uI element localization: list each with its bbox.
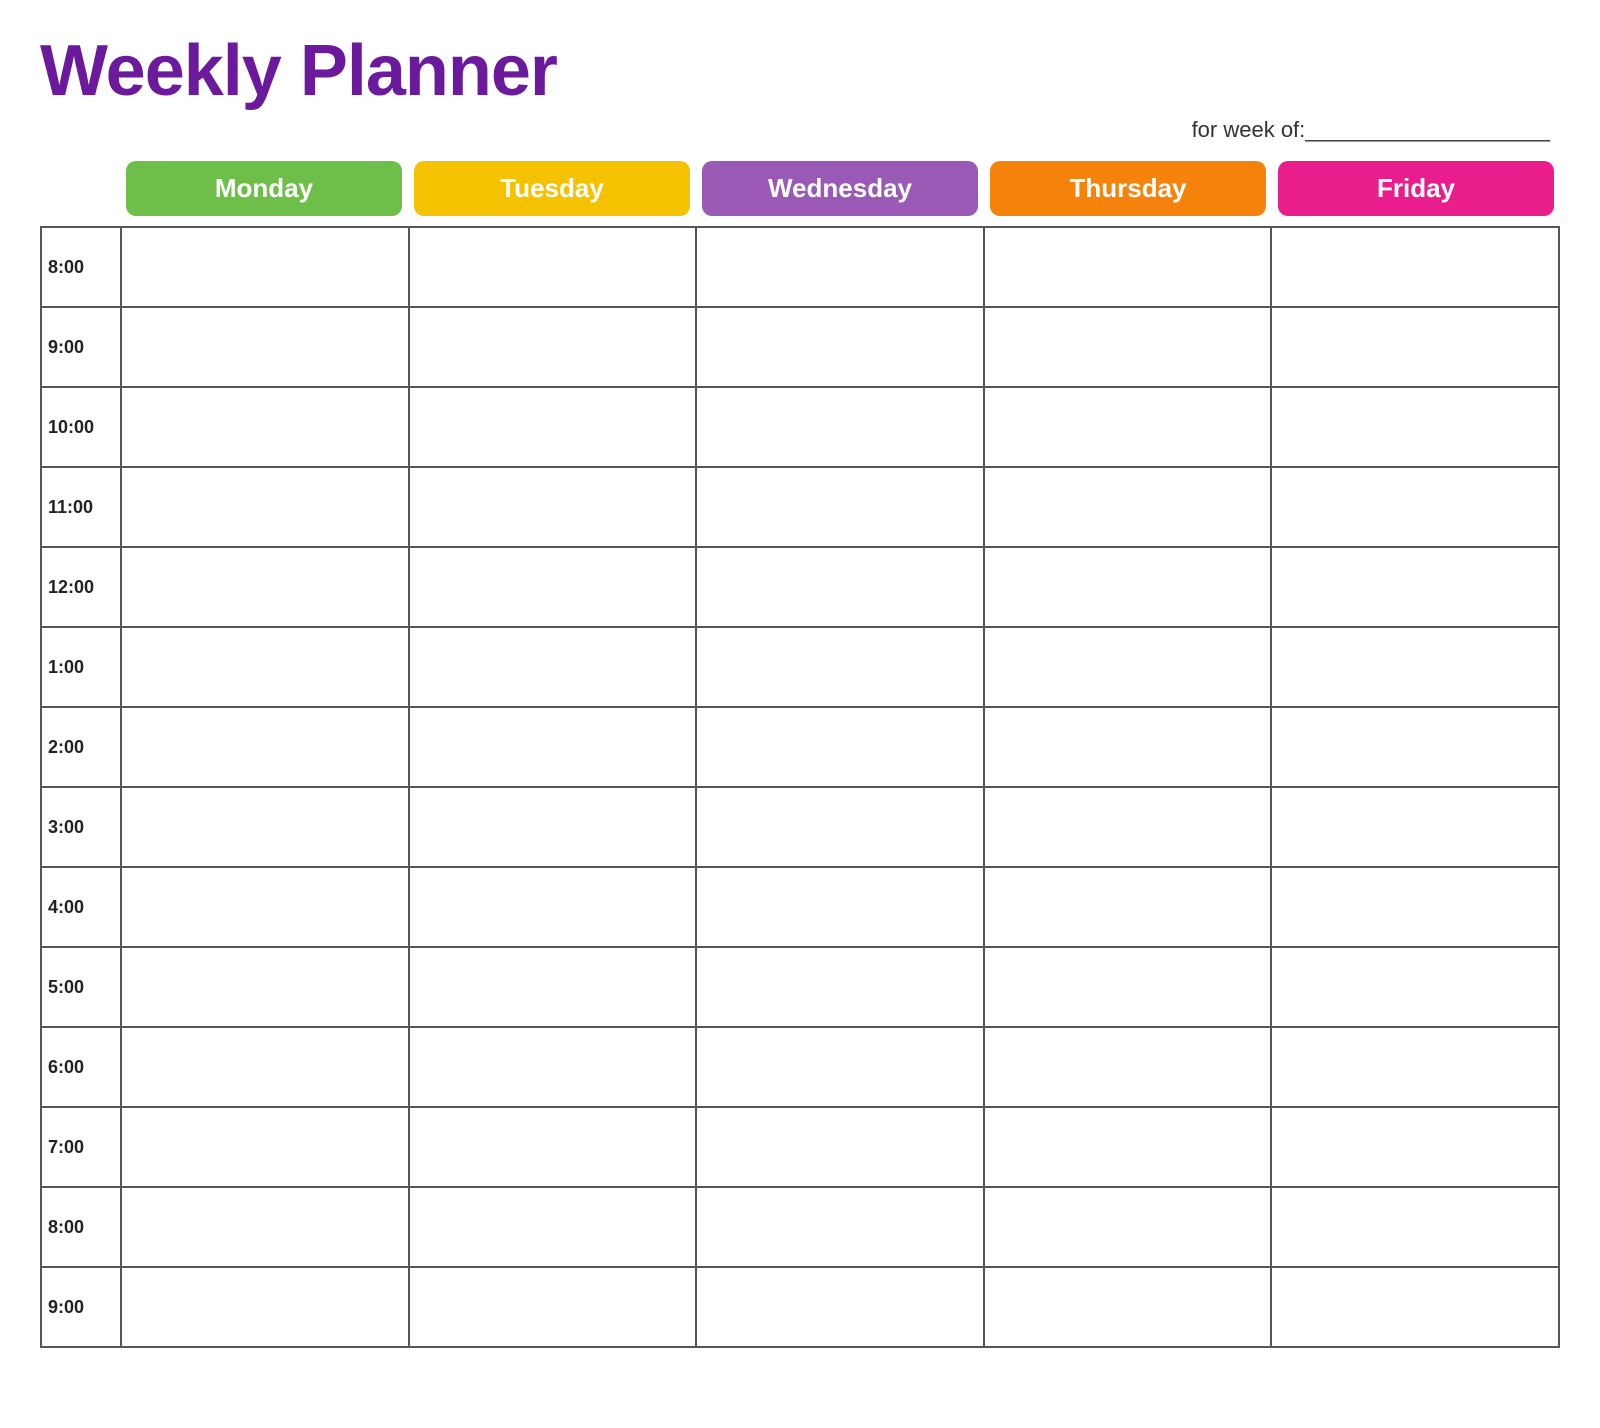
cell-friday-8[interactable] (1272, 868, 1560, 948)
cell-friday-9[interactable] (1272, 948, 1560, 1028)
header-spacer (40, 161, 120, 216)
cell-wednesday-2[interactable] (697, 388, 985, 468)
cell-monday-4[interactable] (122, 548, 410, 628)
page-title: Weekly Planner (40, 30, 1560, 112)
cell-wednesday-5[interactable] (697, 628, 985, 708)
cell-monday-0[interactable] (122, 228, 410, 308)
cell-tuesday-10[interactable] (410, 1028, 698, 1108)
cell-tuesday-4[interactable] (410, 548, 698, 628)
cell-thursday-11[interactable] (985, 1108, 1273, 1188)
cell-wednesday-7[interactable] (697, 788, 985, 868)
cell-monday-7[interactable] (122, 788, 410, 868)
time-label-9: 5:00 (42, 948, 122, 1028)
cell-wednesday-1[interactable] (697, 308, 985, 388)
time-label-3: 11:00 (42, 468, 122, 548)
cell-tuesday-2[interactable] (410, 388, 698, 468)
cell-friday-4[interactable] (1272, 548, 1560, 628)
cell-tuesday-7[interactable] (410, 788, 698, 868)
cell-friday-7[interactable] (1272, 788, 1560, 868)
cell-thursday-9[interactable] (985, 948, 1273, 1028)
cell-thursday-0[interactable] (985, 228, 1273, 308)
cell-friday-2[interactable] (1272, 388, 1560, 468)
cell-monday-11[interactable] (122, 1108, 410, 1188)
cell-thursday-6[interactable] (985, 708, 1273, 788)
cell-monday-8[interactable] (122, 868, 410, 948)
day-header-wednesday: Wednesday (702, 161, 978, 216)
time-label-5: 1:00 (42, 628, 122, 708)
cell-wednesday-9[interactable] (697, 948, 985, 1028)
cell-tuesday-13[interactable] (410, 1268, 698, 1348)
day-header-monday: Monday (126, 161, 402, 216)
cell-wednesday-10[interactable] (697, 1028, 985, 1108)
cell-friday-13[interactable] (1272, 1268, 1560, 1348)
schedule-grid: 8:009:0010:0011:0012:001:002:003:004:005… (40, 226, 1560, 1348)
cell-friday-11[interactable] (1272, 1108, 1560, 1188)
cell-thursday-13[interactable] (985, 1268, 1273, 1348)
time-label-1: 9:00 (42, 308, 122, 388)
cell-monday-12[interactable] (122, 1188, 410, 1268)
day-header-tuesday: Tuesday (414, 161, 690, 216)
cell-wednesday-3[interactable] (697, 468, 985, 548)
day-header-friday: Friday (1278, 161, 1554, 216)
day-header-thursday: Thursday (990, 161, 1266, 216)
cell-wednesday-13[interactable] (697, 1268, 985, 1348)
cell-wednesday-8[interactable] (697, 868, 985, 948)
cell-tuesday-9[interactable] (410, 948, 698, 1028)
cell-monday-1[interactable] (122, 308, 410, 388)
cell-friday-0[interactable] (1272, 228, 1560, 308)
cell-monday-13[interactable] (122, 1268, 410, 1348)
cell-monday-9[interactable] (122, 948, 410, 1028)
time-label-2: 10:00 (42, 388, 122, 468)
time-label-11: 7:00 (42, 1108, 122, 1188)
cell-thursday-8[interactable] (985, 868, 1273, 948)
cell-monday-2[interactable] (122, 388, 410, 468)
cell-monday-3[interactable] (122, 468, 410, 548)
cell-thursday-5[interactable] (985, 628, 1273, 708)
cell-friday-6[interactable] (1272, 708, 1560, 788)
cell-tuesday-12[interactable] (410, 1188, 698, 1268)
cell-friday-1[interactable] (1272, 308, 1560, 388)
days-header: MondayTuesdayWednesdayThursdayFriday (40, 161, 1560, 216)
cell-tuesday-6[interactable] (410, 708, 698, 788)
cell-friday-5[interactable] (1272, 628, 1560, 708)
cell-friday-3[interactable] (1272, 468, 1560, 548)
time-label-7: 3:00 (42, 788, 122, 868)
cell-tuesday-0[interactable] (410, 228, 698, 308)
time-label-0: 8:00 (42, 228, 122, 308)
cell-wednesday-0[interactable] (697, 228, 985, 308)
cell-wednesday-12[interactable] (697, 1188, 985, 1268)
time-label-4: 12:00 (42, 548, 122, 628)
time-label-10: 6:00 (42, 1028, 122, 1108)
cell-thursday-3[interactable] (985, 468, 1273, 548)
week-of-label: for week of:____________________ (40, 117, 1560, 143)
cell-wednesday-4[interactable] (697, 548, 985, 628)
cell-thursday-2[interactable] (985, 388, 1273, 468)
cell-tuesday-5[interactable] (410, 628, 698, 708)
cell-thursday-7[interactable] (985, 788, 1273, 868)
cell-monday-6[interactable] (122, 708, 410, 788)
cell-tuesday-3[interactable] (410, 468, 698, 548)
cell-tuesday-11[interactable] (410, 1108, 698, 1188)
cell-friday-10[interactable] (1272, 1028, 1560, 1108)
time-label-6: 2:00 (42, 708, 122, 788)
cell-tuesday-1[interactable] (410, 308, 698, 388)
cell-wednesday-11[interactable] (697, 1108, 985, 1188)
cell-monday-5[interactable] (122, 628, 410, 708)
time-label-13: 9:00 (42, 1268, 122, 1348)
cell-tuesday-8[interactable] (410, 868, 698, 948)
time-label-12: 8:00 (42, 1188, 122, 1268)
cell-wednesday-6[interactable] (697, 708, 985, 788)
cell-thursday-12[interactable] (985, 1188, 1273, 1268)
cell-thursday-1[interactable] (985, 308, 1273, 388)
cell-friday-12[interactable] (1272, 1188, 1560, 1268)
cell-monday-10[interactable] (122, 1028, 410, 1108)
time-label-8: 4:00 (42, 868, 122, 948)
cell-thursday-4[interactable] (985, 548, 1273, 628)
cell-thursday-10[interactable] (985, 1028, 1273, 1108)
